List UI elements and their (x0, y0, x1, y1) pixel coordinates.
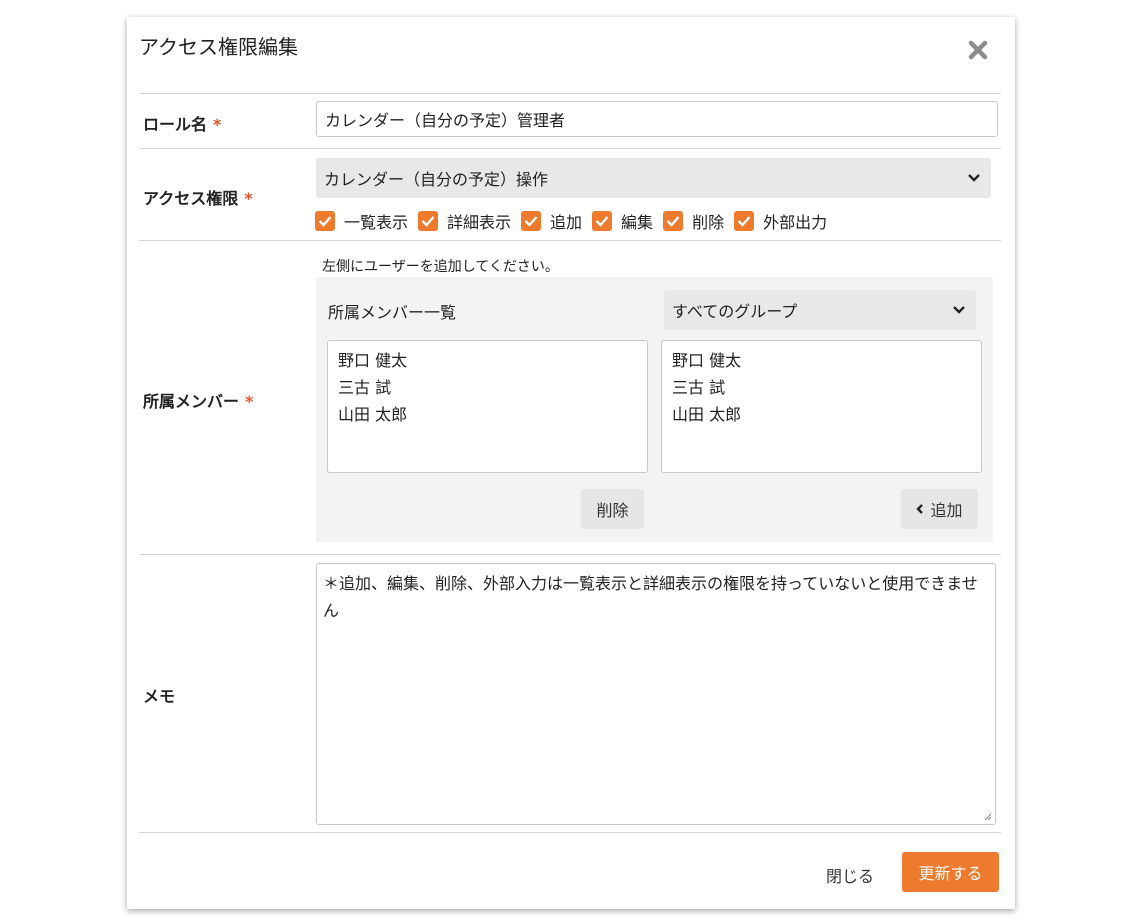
group-select-value: すべてのグループ (672, 302, 798, 321)
required-mark: * (245, 392, 254, 411)
chevron-left-icon (916, 504, 924, 514)
close-x-icon[interactable] (967, 39, 989, 61)
group-select[interactable]: すべてのグループ (664, 290, 976, 330)
check-icon (663, 211, 684, 231)
assigned-members-list[interactable]: 野口 健太 三古 試 山田 太郎 (327, 340, 648, 473)
check-icon (734, 211, 755, 231)
divider (139, 93, 1001, 94)
list-item[interactable]: 三古 試 (338, 374, 637, 401)
list-item[interactable]: 野口 健太 (672, 347, 971, 374)
access-edit-dialog: アクセス権限編集 ロール名* アクセス権限* カレンダー（自分の予定）操作 一覧… (127, 17, 1015, 909)
chevron-down-icon (968, 174, 980, 182)
role-name-label: ロール名 * (143, 115, 222, 134)
checkbox-delete[interactable]: 削除 (663, 209, 724, 233)
list-item[interactable]: 山田 太郎 (338, 401, 637, 428)
check-icon (521, 211, 542, 231)
members-hint: 左側にユーザーを追加してください。 (322, 259, 559, 275)
member-picker-panel: 所属メンバー一覧 すべてのグループ 野口 健太 三古 試 山田 太郎 野口 健太… (316, 277, 993, 542)
divider (139, 832, 1001, 833)
divider (139, 554, 1001, 555)
checkbox-add[interactable]: 追加 (521, 209, 582, 233)
list-item[interactable]: 野口 健太 (338, 347, 637, 374)
add-member-button[interactable]: 追加 (901, 489, 978, 529)
memo-label: メモ (143, 687, 176, 706)
divider (139, 148, 1001, 149)
check-icon (592, 211, 613, 231)
required-mark: * (213, 115, 222, 134)
check-icon (315, 211, 335, 231)
list-item[interactable]: 山田 太郎 (672, 401, 971, 428)
available-users-list[interactable]: 野口 健太 三古 試 山田 太郎 (661, 340, 982, 473)
checkbox-export[interactable]: 外部出力 (734, 209, 827, 233)
role-name-input[interactable] (316, 101, 998, 137)
checkbox-detail-view[interactable]: 詳細表示 (418, 209, 511, 233)
remove-member-button[interactable]: 削除 (581, 489, 644, 529)
dialog-title: アクセス権限編集 (139, 35, 298, 59)
divider (139, 240, 1001, 241)
list-item[interactable]: 三古 試 (672, 374, 971, 401)
update-button[interactable]: 更新する (902, 852, 999, 892)
memo-textarea[interactable]: ＊追加、編集、削除、外部入力は一覧表示と詳細表示の権限を持っていないと使用できま… (316, 563, 996, 825)
checkbox-edit[interactable]: 編集 (592, 209, 653, 233)
resize-grip-icon[interactable] (982, 811, 992, 821)
access-select[interactable]: カレンダー（自分の予定）操作 (316, 158, 991, 198)
members-label: 所属メンバー * (143, 392, 254, 411)
access-select-value: カレンダー（自分の予定）操作 (324, 170, 549, 189)
permission-checkboxes: 一覧表示 詳細表示 追加 編集 削除 外部出力 (315, 209, 837, 233)
checkbox-list-view[interactable]: 一覧表示 (315, 209, 408, 233)
close-button[interactable]: 閉じる (826, 863, 874, 887)
access-label: アクセス権限 * (143, 189, 253, 208)
required-mark: * (244, 189, 253, 208)
chevron-down-icon (953, 306, 965, 314)
member-list-title: 所属メンバー一覧 (328, 303, 457, 322)
check-icon (418, 211, 439, 231)
